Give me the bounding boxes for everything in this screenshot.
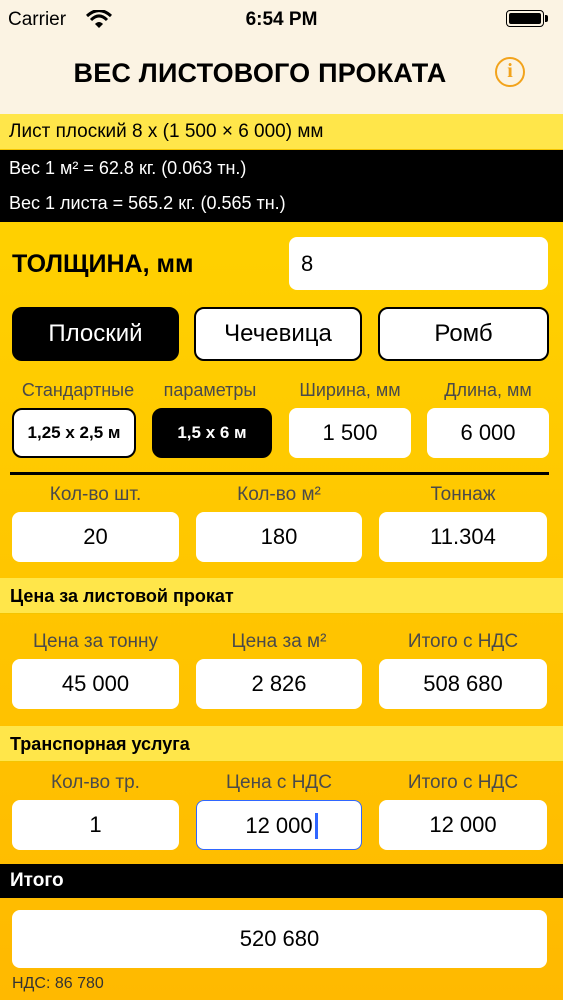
price-per-ton-label: Цена за тонну [32, 631, 159, 652]
total-value-field: 520 680 [12, 910, 547, 968]
transport-price-input[interactable]: 12 000 [196, 800, 362, 850]
length-label: Длина, мм [444, 380, 532, 400]
transport-price-label: Цена с НДС [225, 772, 333, 793]
type-flat-button[interactable]: Плоский [12, 307, 179, 361]
price-total-label: Итого с НДС [407, 631, 519, 652]
weight-band: Вес 1 м² = 62.8 кг. (0.063 тн.) Вес 1 ли… [0, 150, 563, 222]
thickness-label: ТОЛЩИНА, мм [12, 250, 194, 278]
price-total-input[interactable]: 508 680 [379, 659, 547, 709]
price-header-band: Цена за листовой прокат [0, 578, 563, 614]
area-input[interactable]: 180 [196, 512, 362, 562]
transport-count-input[interactable]: 1 [12, 800, 179, 850]
info-icon[interactable]: i [495, 57, 525, 87]
standard-size-1-25x2-5-button[interactable]: 1,25 х 2,5 м [12, 408, 136, 458]
standard-size-1-5x6-button[interactable]: 1,5 х 6 м [152, 408, 272, 458]
transport-total-label: Итого с НДС [407, 772, 519, 793]
total-header: Итого [10, 870, 64, 891]
params-label: параметры [163, 380, 257, 400]
transport-count-label: Кол-во тр. [51, 772, 140, 793]
total-header-band: Итого [0, 864, 563, 898]
count-label: Кол-во шт. [49, 484, 142, 505]
width-input[interactable]: 1 500 [289, 408, 411, 458]
transport-total-input[interactable]: 12 000 [379, 800, 547, 850]
type-rhombus-button[interactable]: Ромб [378, 307, 549, 361]
length-input[interactable]: 6 000 [427, 408, 549, 458]
width-label: Ширина, мм [299, 380, 401, 400]
text-cursor [315, 813, 318, 839]
area-label: Кол-во м² [237, 484, 321, 505]
tonnage-input[interactable]: 11.304 [379, 512, 547, 562]
divider [10, 472, 549, 475]
transport-header: Транспорная услуга [10, 734, 190, 754]
price-per-ton-input[interactable]: 45 000 [12, 659, 179, 709]
sheet-description-band: Лист плоский 8 х (1 500 × 6 000) мм [0, 114, 563, 150]
price-header: Цена за листовой прокат [10, 586, 234, 606]
price-per-m2-input[interactable]: 2 826 [196, 659, 362, 709]
standard-label: Стандартные [21, 380, 135, 400]
price-per-m2-label: Цена за м² [231, 631, 327, 652]
clock: 6:54 PM [245, 9, 318, 30]
thickness-input[interactable]: 8 [289, 237, 548, 290]
sheet-description: Лист плоский 8 х (1 500 × 6 000) мм [9, 121, 324, 142]
tonnage-label: Тоннаж [430, 484, 496, 505]
weight-per-m2: Вес 1 м² = 62.8 кг. (0.063 тн.) [9, 158, 247, 178]
page-title: ВЕС ЛИСТОВОГО ПРОКАТА [73, 58, 447, 88]
type-lentil-button[interactable]: Чечевица [194, 307, 362, 361]
battery-icon [506, 10, 548, 27]
weight-per-sheet: Вес 1 листа = 565.2 кг. (0.565 тн.) [9, 193, 286, 213]
count-input[interactable]: 20 [12, 512, 179, 562]
vat-label: НДС: 86 780 [12, 975, 104, 992]
transport-header-band: Транспорная услуга [0, 726, 563, 762]
